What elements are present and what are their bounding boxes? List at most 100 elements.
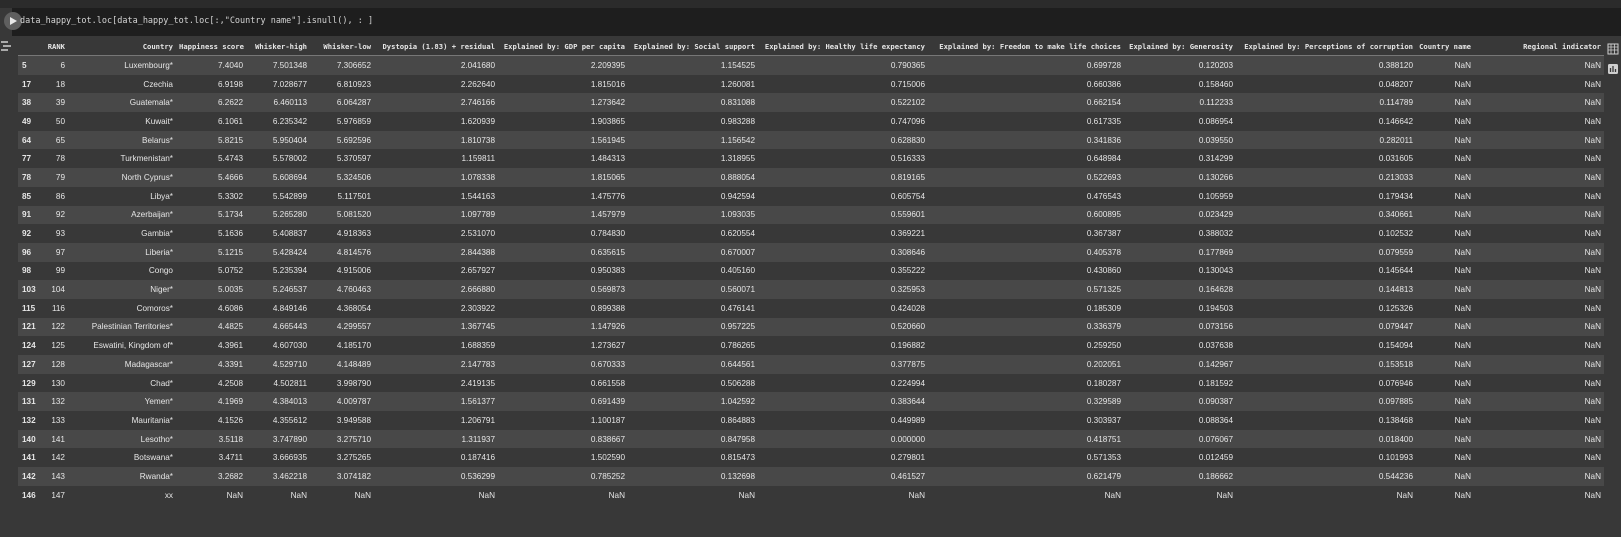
column-header: Explained by: Perceptions of corruption	[1236, 38, 1416, 56]
table-cell: 2.419135	[374, 373, 498, 393]
table-cell: 1.484313	[498, 149, 628, 169]
table-cell: 0.864883	[628, 411, 758, 430]
table-row: 131 132 Yemen* 4.1969 4.384013 4.009787 1.5613…	[18, 392, 1604, 412]
table-cell: 0.144813	[1236, 280, 1416, 299]
table-cell: 4.299557	[310, 317, 374, 337]
table-cell: 0.079447	[1236, 317, 1416, 337]
convert-to-table-icon[interactable]	[1607, 42, 1619, 55]
table-cell: 4.529710	[246, 355, 310, 374]
table-cell: 125	[42, 336, 68, 355]
table-cell: 0.120203	[1124, 55, 1236, 75]
table-cell: 97	[42, 242, 68, 262]
table-cell: 133	[42, 411, 68, 430]
output-toggle-icon[interactable]	[0, 40, 12, 52]
table-cell: 1.475776	[498, 186, 628, 206]
row-index: 64	[18, 130, 42, 150]
table-cell: 0.341836	[928, 130, 1124, 150]
table-cell: 0.369221	[758, 224, 928, 243]
dataframe-table: RANK Country Happiness score Whisker-high Wh…	[18, 38, 1604, 505]
row-index: 103	[18, 280, 42, 299]
table-cell: 0.790365	[758, 55, 928, 75]
table-cell: 0.282011	[1236, 130, 1416, 150]
table-cell: NaN	[1474, 448, 1604, 468]
table-cell: NaN	[1416, 355, 1474, 374]
table-cell: 122	[42, 317, 68, 337]
table-cell: 0.329589	[928, 392, 1124, 412]
table-cell: 1.561945	[498, 130, 628, 150]
table-cell: 0.187416	[374, 448, 498, 468]
table-cell: 5.0752	[176, 261, 246, 281]
table-cell: Azerbaijan*	[68, 205, 176, 225]
table-cell: 5.950404	[246, 130, 310, 150]
table-cell: 0.367387	[928, 224, 1124, 243]
output-menu-icon	[1, 41, 11, 51]
table-cell: 5.1636	[176, 224, 246, 243]
table-cell: Madagascar*	[68, 355, 176, 374]
table-cell: NaN	[1416, 336, 1474, 355]
table-cell: 4.502811	[246, 373, 310, 393]
table-cell: 2.531070	[374, 224, 498, 243]
table-cell: Liberia*	[68, 242, 176, 262]
table-cell: 0.522102	[758, 93, 928, 113]
table-cell: 1.457979	[498, 205, 628, 225]
play-icon	[10, 17, 17, 25]
table-cell: 0.815473	[628, 448, 758, 468]
dataframe-output: RANK Country Happiness score Whisker-high Wh…	[18, 38, 1604, 505]
table-cell: 0.018400	[1236, 429, 1416, 449]
table-cell: 0.179434	[1236, 186, 1416, 206]
table-cell: NaN	[1474, 55, 1604, 75]
table-row: 103 104 Niger* 5.0035 5.246537 4.760463 2.6668…	[18, 280, 1604, 299]
table-cell: 0.048207	[1236, 74, 1416, 94]
table-cell: NaN	[1474, 485, 1604, 505]
table-cell: NaN	[1474, 205, 1604, 225]
table-cell: 4.4825	[176, 317, 246, 337]
table-cell: 0.520660	[758, 317, 928, 337]
row-index: 98	[18, 261, 42, 281]
table-cell: 3.462218	[246, 467, 310, 486]
table-cell: 50	[42, 112, 68, 131]
table-cell: 0.430860	[928, 261, 1124, 281]
table-cell: 130	[42, 373, 68, 393]
table-cell: 0.838667	[498, 429, 628, 449]
table-cell: 0.196882	[758, 336, 928, 355]
table-cell: 0.158460	[1124, 74, 1236, 94]
suggest-chart-icon[interactable]	[1607, 62, 1619, 74]
table-cell: 1.815016	[498, 74, 628, 94]
table-cell: Mauritania*	[68, 411, 176, 430]
table-cell: 5.246537	[246, 280, 310, 299]
table-cell: 6.460113	[246, 93, 310, 113]
table-cell: 5.976859	[310, 112, 374, 131]
table-cell: 0.560071	[628, 280, 758, 299]
table-cell: NaN	[1474, 168, 1604, 187]
table-cell: Turkmenistan*	[68, 149, 176, 169]
code-cell[interactable]: data_happy_tot.loc[data_happy_tot.loc[:,…	[4, 8, 1621, 36]
table-cell: Yemen*	[68, 392, 176, 412]
table-cell: 0.785252	[498, 467, 628, 486]
table-cell: 1.311937	[374, 429, 498, 449]
table-row: 115 116 Comoros* 4.6086 4.849146 4.368054 2.30…	[18, 298, 1604, 318]
table-cell: 7.028677	[246, 74, 310, 94]
table-cell: 0.102532	[1236, 224, 1416, 243]
table-cell: 4.849146	[246, 298, 310, 318]
table-cell: 2.041680	[374, 55, 498, 75]
table-cell: 0.715006	[758, 74, 928, 94]
table-cell: Czechia	[68, 74, 176, 94]
table-cell: 0.325953	[758, 280, 928, 299]
table-cell: NaN	[498, 485, 628, 505]
table-cell: 0.461527	[758, 467, 928, 486]
table-cell: 3.998790	[310, 373, 374, 393]
table-row: 140 141 Lesotho* 3.5118 3.747890 3.275710 1.31…	[18, 429, 1604, 449]
table-cell: NaN	[1416, 485, 1474, 505]
table-cell: 0.336379	[928, 317, 1124, 337]
table-cell: Luxembourg*	[68, 55, 176, 75]
table-cell: 0.146642	[1236, 112, 1416, 131]
table-cell: 141	[42, 429, 68, 449]
row-index: 121	[18, 317, 42, 337]
table-cell: 0.377875	[758, 355, 928, 374]
table-row: 142 143 Rwanda* 3.2682 3.462218 3.074182 0.536…	[18, 467, 1604, 486]
table-row: 17 18 Czechia 6.9198 7.028677 6.810923 2.26264…	[18, 74, 1604, 94]
table-cell: 0.125326	[1236, 298, 1416, 318]
table-cell: 0.185309	[928, 298, 1124, 318]
row-index: 124	[18, 336, 42, 355]
table-cell: 5.4666	[176, 168, 246, 187]
